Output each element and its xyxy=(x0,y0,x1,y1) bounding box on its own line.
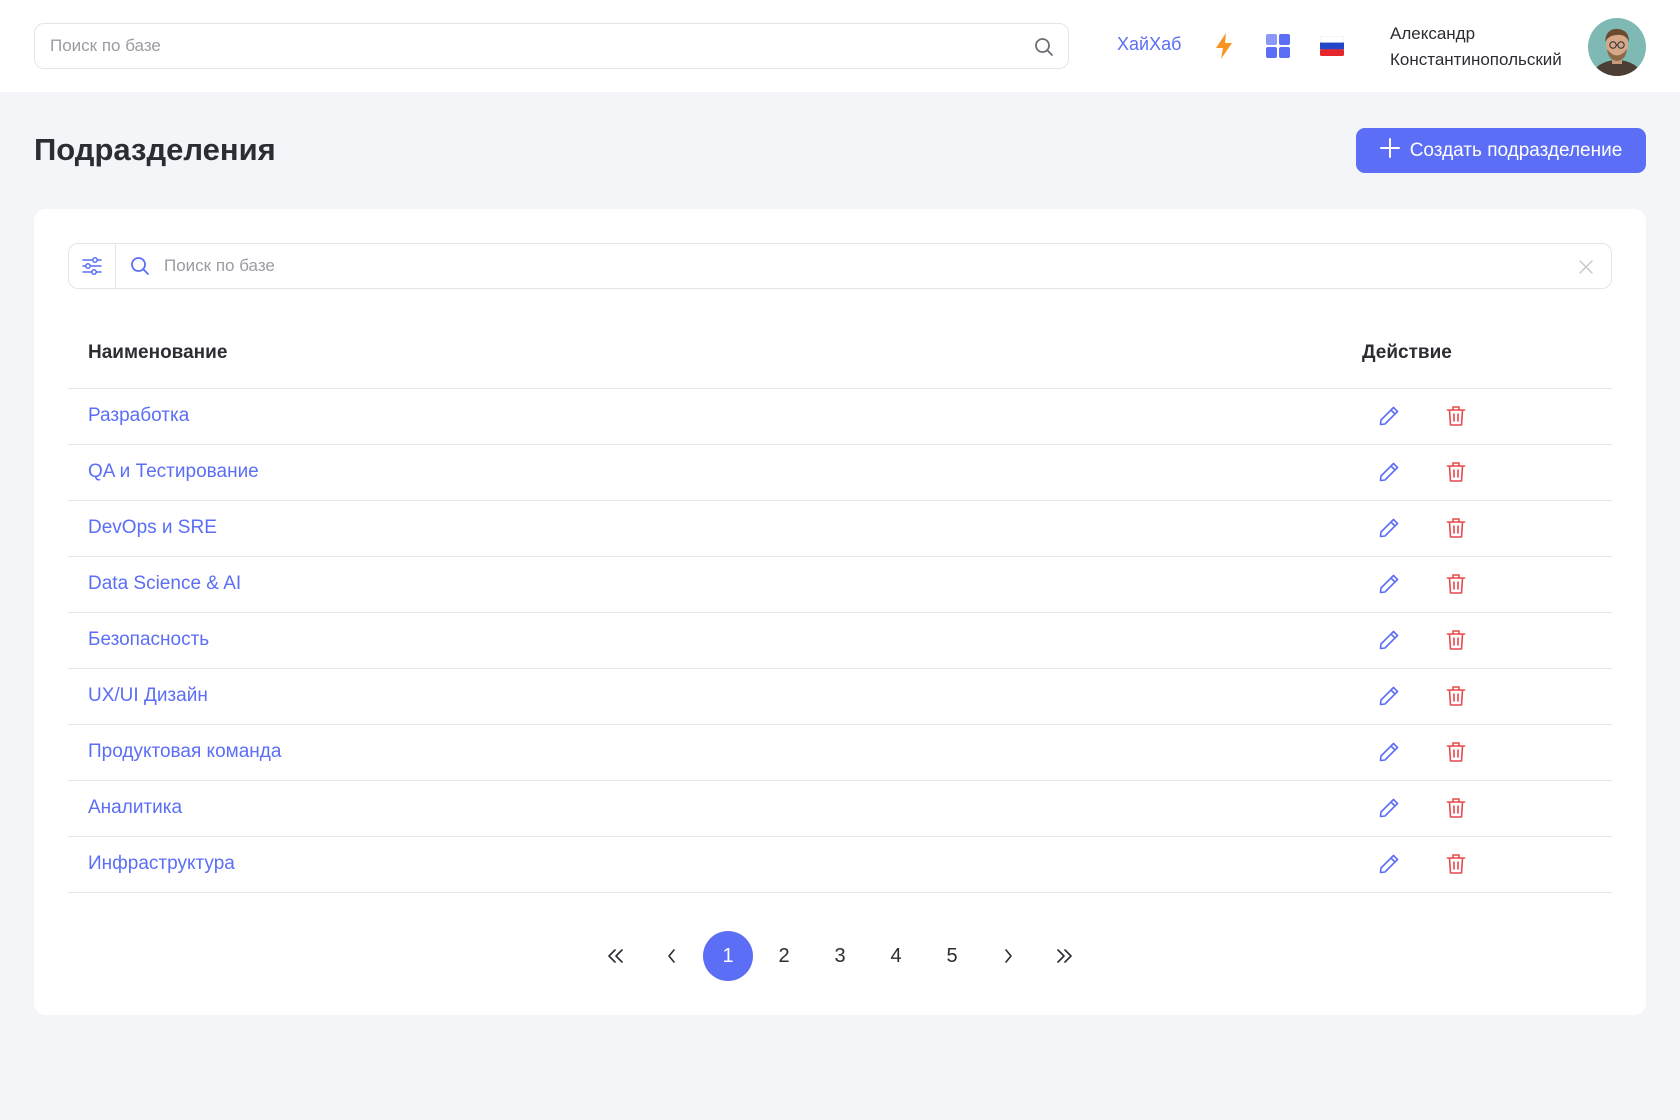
edit-icon[interactable] xyxy=(1375,626,1403,654)
actions-cell xyxy=(1362,612,1612,669)
actions-cell xyxy=(1362,556,1612,613)
prev-page-button[interactable] xyxy=(647,931,697,981)
department-link[interactable]: DevOps и SRE xyxy=(88,517,217,538)
edit-icon[interactable] xyxy=(1375,682,1403,710)
department-link[interactable]: QA и Тестирование xyxy=(88,461,259,482)
actions-cell xyxy=(1362,388,1612,445)
page-numbers: 12345 xyxy=(700,931,980,981)
trash-icon[interactable] xyxy=(1442,402,1470,430)
department-name-cell: Data Science & AI xyxy=(68,556,1362,613)
user-last-name: Константинопольский xyxy=(1390,50,1562,69)
table-row: QA и Тестирование xyxy=(68,444,1612,501)
column-header-action: Действие xyxy=(1362,319,1612,389)
table-row: Data Science & AI xyxy=(68,556,1612,613)
close-icon[interactable] xyxy=(1575,256,1597,278)
table-row: UX/UI Дизайн xyxy=(68,668,1612,725)
department-link[interactable]: UX/UI Дизайн xyxy=(88,685,208,706)
department-link[interactable]: Data Science & AI xyxy=(88,573,241,594)
departments-table: Наименование Действие Разработка QA и Тес… xyxy=(68,319,1612,893)
department-name-cell: UX/UI Дизайн xyxy=(68,668,1362,725)
table-row: Продуктовая команда xyxy=(68,724,1612,781)
avatar[interactable] xyxy=(1588,18,1646,76)
table-header-row: Наименование Действие xyxy=(68,319,1612,389)
actions-cell xyxy=(1362,836,1612,893)
edit-icon[interactable] xyxy=(1375,402,1403,430)
trash-icon[interactable] xyxy=(1442,794,1470,822)
edit-icon[interactable] xyxy=(1375,570,1403,598)
department-name-cell: Аналитика xyxy=(68,780,1362,837)
pagination: 12345 xyxy=(34,931,1646,981)
department-name-cell: QA и Тестирование xyxy=(68,444,1362,501)
edit-icon[interactable] xyxy=(1375,794,1403,822)
first-page-button[interactable] xyxy=(591,931,641,981)
trash-icon[interactable] xyxy=(1442,682,1470,710)
department-name-cell: Продуктовая команда xyxy=(68,724,1362,781)
search-icon xyxy=(128,254,152,278)
page-title: Подразделения xyxy=(34,132,276,167)
table-row: DevOps и SRE xyxy=(68,500,1612,557)
plus-icon xyxy=(1379,137,1400,164)
page-button-4[interactable]: 4 xyxy=(871,931,921,981)
user-first-name: Александр xyxy=(1390,24,1476,43)
edit-icon[interactable] xyxy=(1375,514,1403,542)
page-button-5[interactable]: 5 xyxy=(927,931,977,981)
department-name-cell: Разработка xyxy=(68,388,1362,445)
table-row: Инфраструктура xyxy=(68,836,1612,893)
actions-cell xyxy=(1362,724,1612,781)
department-link[interactable]: Продуктовая команда xyxy=(88,741,281,762)
create-department-label: Создать подразделение xyxy=(1409,139,1623,161)
top-header: ХайХаб Александр Константинопольский xyxy=(0,0,1680,92)
global-search-input[interactable] xyxy=(35,24,1015,68)
table-search-bar xyxy=(68,243,1612,289)
user-name: Александр Константинопольский xyxy=(1390,21,1562,73)
department-name-cell: DevOps и SRE xyxy=(68,500,1362,557)
bolt-icon[interactable] xyxy=(1209,31,1239,61)
page-button-3[interactable]: 3 xyxy=(815,931,865,981)
department-link[interactable]: Инфраструктура xyxy=(88,853,235,874)
department-link[interactable]: Аналитика xyxy=(88,797,182,818)
russian-flag-icon[interactable] xyxy=(1317,31,1347,61)
table-row: Безопасность xyxy=(68,612,1612,669)
trash-icon[interactable] xyxy=(1442,626,1470,654)
global-search xyxy=(34,23,1069,69)
department-link[interactable]: Разработка xyxy=(88,405,189,426)
apps-grid-icon[interactable] xyxy=(1263,31,1293,61)
department-link[interactable]: Безопасность xyxy=(88,629,209,650)
table-search-input[interactable] xyxy=(164,244,1544,288)
actions-cell xyxy=(1362,444,1612,501)
table-row: Аналитика xyxy=(68,780,1612,837)
departments-card: Наименование Действие Разработка QA и Тес… xyxy=(34,209,1646,1015)
actions-cell xyxy=(1362,668,1612,725)
page-button-2[interactable]: 2 xyxy=(759,931,809,981)
department-name-cell: Безопасность xyxy=(68,612,1362,669)
filter-settings-icon[interactable] xyxy=(69,244,116,288)
last-page-button[interactable] xyxy=(1039,931,1089,981)
hub-link[interactable]: ХайХаб xyxy=(1117,34,1181,55)
column-header-name: Наименование xyxy=(68,319,1362,389)
trash-icon[interactable] xyxy=(1442,738,1470,766)
trash-icon[interactable] xyxy=(1442,850,1470,878)
actions-cell xyxy=(1362,780,1612,837)
trash-icon[interactable] xyxy=(1442,570,1470,598)
edit-icon[interactable] xyxy=(1375,850,1403,878)
create-department-button[interactable]: Создать подразделение xyxy=(1356,128,1646,173)
department-name-cell: Инфраструктура xyxy=(68,836,1362,893)
edit-icon[interactable] xyxy=(1375,458,1403,486)
edit-icon[interactable] xyxy=(1375,738,1403,766)
trash-icon[interactable] xyxy=(1442,458,1470,486)
actions-cell xyxy=(1362,500,1612,557)
trash-icon[interactable] xyxy=(1442,514,1470,542)
search-icon[interactable] xyxy=(1032,35,1056,59)
next-page-button[interactable] xyxy=(983,931,1033,981)
table-row: Разработка xyxy=(68,388,1612,445)
page-button-1[interactable]: 1 xyxy=(703,931,753,981)
